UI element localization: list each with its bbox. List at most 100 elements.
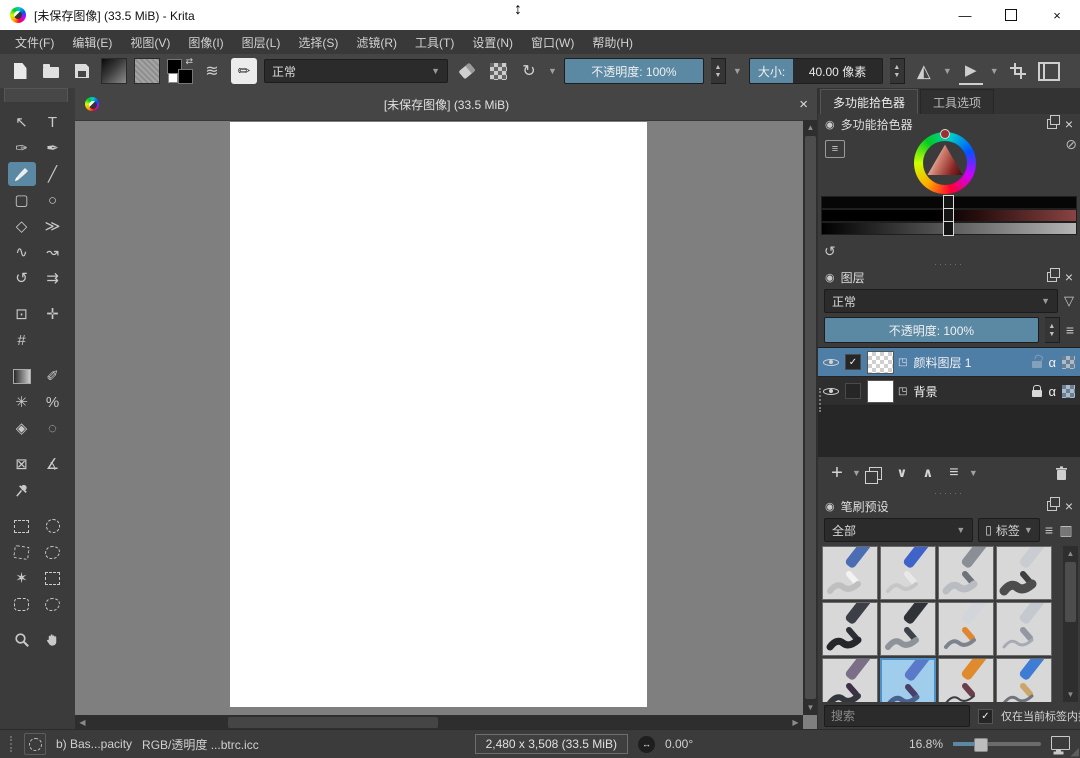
chevron-down-icon[interactable]: ▼ — [733, 66, 742, 76]
canvas-rotation-icon[interactable]: ↔ — [638, 736, 655, 753]
spin-up-icon[interactable]: ▲ — [1048, 323, 1055, 330]
new-document-button[interactable] — [8, 59, 32, 83]
chevron-down-icon[interactable]: ▼ — [943, 66, 952, 76]
docker-separator[interactable]: ······ — [818, 489, 1080, 496]
layer-locked-icon[interactable] — [1032, 390, 1042, 397]
menu-item-11[interactable]: 帮助(H) — [583, 31, 642, 54]
rect-select-tool[interactable] — [8, 514, 36, 538]
swap-colors-icon[interactable]: ⇄ — [185, 56, 193, 67]
freehand-brush-tool[interactable] — [8, 162, 36, 186]
brush-scroll-thumb[interactable] — [1065, 562, 1076, 622]
float-docker-icon[interactable] — [1047, 272, 1057, 282]
image-dimensions[interactable]: 2,480 x 3,508 (33.5 MiB) — [475, 734, 628, 754]
saturation-value-triangle[interactable] — [925, 143, 965, 183]
freehand-select-tool[interactable] — [39, 540, 67, 564]
zoom-percentage[interactable]: 16.8% — [909, 737, 943, 751]
scroll-down-icon[interactable]: ▼ — [803, 700, 818, 715]
polygon-tool[interactable]: ◇ — [8, 214, 36, 238]
layer-properties-button[interactable]: ≡ — [943, 461, 965, 485]
docker-drag-handle[interactable] — [819, 388, 821, 412]
close-button[interactable]: × — [1034, 0, 1080, 30]
window-resize-grip[interactable]: ◢ — [1071, 745, 1079, 758]
line-tool[interactable]: ╱ — [39, 162, 67, 186]
transform-tool[interactable]: ⊡ — [8, 302, 36, 326]
spin-down-icon[interactable]: ▼ — [1048, 331, 1055, 338]
move-tool[interactable]: ✛ — [39, 302, 67, 326]
menu-item-3[interactable]: 视图(V) — [121, 31, 179, 54]
add-layer-button[interactable]: + — [826, 461, 848, 485]
layer-visibility-icon[interactable] — [823, 384, 839, 399]
menu-item-9[interactable]: 设置(N) — [463, 31, 522, 54]
brush-preset[interactable] — [996, 658, 1052, 702]
brush-preview-button[interactable] — [24, 733, 46, 755]
brush-tag-filter-dropdown[interactable]: 全部 ▼ — [824, 518, 973, 542]
subwindow-titlebar[interactable]: [未保存图像] (33.5 MiB) × — [75, 88, 818, 121]
docker-lock-icon[interactable]: ◉ — [825, 500, 835, 513]
color-selector-settings-button[interactable]: ≡ — [825, 140, 845, 158]
toolbox-handle[interactable] — [4, 88, 68, 102]
chevron-down-icon[interactable]: ▼ — [990, 66, 999, 76]
layer-row-paint-layer[interactable]: ✓ ◳ 颜料图层 1 α — [818, 348, 1080, 377]
float-docker-icon[interactable] — [1047, 501, 1057, 511]
layer-opacity-slider[interactable]: 不透明度: 100% — [824, 317, 1039, 343]
layer-row-background[interactable]: ◳ 背景 α — [818, 377, 1080, 406]
brush-preset[interactable] — [822, 546, 878, 600]
zoom-slider-handle[interactable] — [974, 738, 988, 752]
brush-preset-selected[interactable] — [880, 658, 936, 702]
smart-patch-tool[interactable]: % — [39, 390, 67, 414]
multibrush-tool[interactable]: ⇉ — [39, 266, 67, 290]
menu-item-10[interactable]: 窗口(W) — [522, 31, 583, 54]
layer-opacity-spinner[interactable]: ▲▼ — [1045, 317, 1060, 343]
spin-up-icon[interactable]: ▲ — [893, 64, 900, 71]
background-color-swatch[interactable] — [178, 69, 193, 84]
chevron-down-icon[interactable]: ▼ — [548, 66, 557, 76]
color-sampler-tool[interactable]: ✐ — [39, 364, 67, 388]
layer-thumbnail[interactable] — [867, 380, 894, 403]
docker-separator[interactable]: ······ — [818, 260, 1080, 267]
canvas-vertical-scrollbar[interactable]: ▲ ▼ — [803, 120, 818, 715]
hue-ring[interactable] — [914, 132, 976, 194]
zoom-slider[interactable] — [953, 742, 1041, 746]
brush-preset[interactable] — [996, 602, 1052, 656]
select-shapes-tool[interactable]: ↖ — [8, 110, 36, 134]
canvas-rotation-value[interactable]: 0.00° — [665, 737, 693, 751]
subwindow-close-button[interactable]: × — [799, 88, 808, 120]
brush-size-spinner[interactable]: ▲▼ — [890, 58, 905, 84]
color-slider-3[interactable] — [821, 222, 1077, 235]
save-button[interactable] — [70, 59, 94, 83]
foreground-background-colors[interactable]: ⇄ — [167, 58, 193, 84]
blending-mode-dropdown[interactable]: 正常 ▼ — [264, 59, 448, 83]
layer-alpha-icon[interactable]: α — [1048, 384, 1056, 399]
color-profile[interactable]: RGB/透明度 ...btrc.icc — [142, 736, 259, 753]
open-document-button[interactable] — [39, 59, 63, 83]
opacity-slider[interactable]: 不透明度: 100% — [564, 58, 704, 84]
spin-down-icon[interactable]: ▼ — [714, 72, 721, 79]
dynamic-brush-tool[interactable]: ↺ — [8, 266, 36, 290]
magnetic-select-tool[interactable] — [39, 592, 67, 616]
layer-visibility-icon[interactable] — [823, 355, 839, 370]
menu-item-6[interactable]: 选择(S) — [289, 31, 347, 54]
layer-checkbox[interactable]: ✓ — [845, 354, 861, 370]
calligraphy-tool[interactable]: ✒ — [39, 136, 67, 160]
inherit-alpha-icon[interactable] — [1062, 385, 1075, 398]
close-docker-icon[interactable]: × — [1063, 498, 1073, 514]
scroll-left-icon[interactable]: ◀ — [75, 715, 90, 730]
slider-handle[interactable] — [943, 221, 954, 236]
refresh-color-history-icon[interactable]: ↺ — [824, 243, 836, 260]
brush-size-slider[interactable]: 大小: 40.00 像素 — [749, 58, 883, 84]
display-mode-icon[interactable]: ≡ — [1045, 522, 1053, 538]
edit-brush-settings-button[interactable]: ✏ — [231, 58, 257, 84]
brush-preset[interactable] — [938, 658, 994, 702]
docker-lock-icon[interactable]: ◉ — [825, 271, 835, 284]
layer-name[interactable]: 背景 — [913, 383, 1026, 400]
scroll-up-icon[interactable]: ▲ — [1063, 546, 1078, 561]
menu-item-1[interactable]: 文件(F) — [6, 31, 63, 54]
layer-name[interactable]: 颜料图层 1 — [913, 354, 1026, 371]
measure-tool[interactable]: ∡ — [39, 452, 67, 476]
search-in-tag-checkbox[interactable]: ✓ — [978, 709, 993, 724]
choose-brush-preset-button[interactable]: ≋ — [200, 59, 224, 83]
colorize-mask-tool[interactable]: ✳ — [8, 390, 36, 414]
brush-preset[interactable] — [822, 602, 878, 656]
move-layer-up-button[interactable]: ∧ — [917, 461, 939, 485]
current-brush-name[interactable]: b) Bas...pacity — [56, 737, 132, 751]
